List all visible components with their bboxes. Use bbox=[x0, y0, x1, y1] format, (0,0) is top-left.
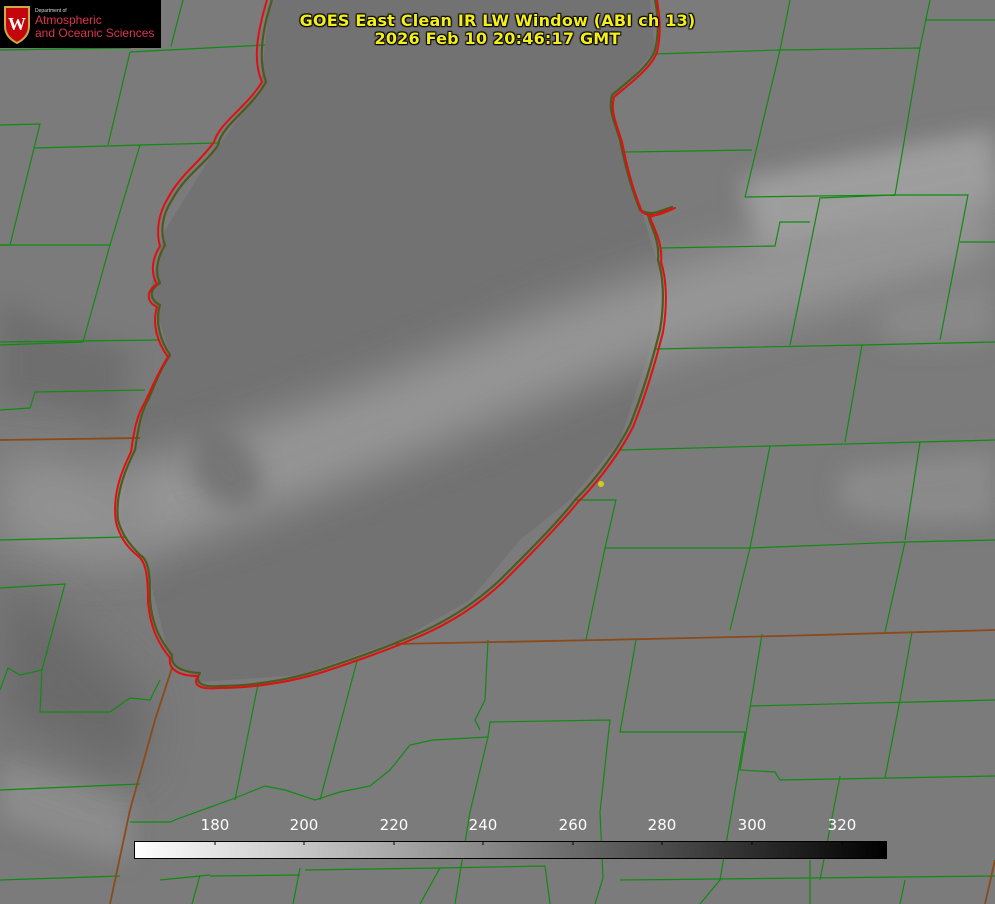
colorbar-tick-label: 240 bbox=[469, 816, 498, 834]
colorbar-tick-label: 320 bbox=[828, 816, 857, 834]
location-marker bbox=[598, 481, 604, 487]
colorbar-tick-label: 260 bbox=[559, 816, 588, 834]
uw-crest-icon: W bbox=[4, 6, 30, 44]
infrared-map: 180 200 220 240 260 280 300 320 bbox=[0, 0, 995, 904]
colorbar-tick-label: 220 bbox=[380, 816, 409, 834]
colorbar-tick-label: 200 bbox=[290, 816, 319, 834]
svg-text:W: W bbox=[8, 14, 26, 34]
colorbar-tick-label: 300 bbox=[738, 816, 767, 834]
colorbar-tick-label: 280 bbox=[648, 816, 677, 834]
satellite-image-view: 180 200 220 240 260 280 300 320 GOES Eas… bbox=[0, 0, 995, 904]
colorbar-gradient bbox=[134, 841, 887, 859]
colorbar-tick-label: 180 bbox=[201, 816, 230, 834]
logo-line-2: and Oceanic Sciences bbox=[35, 25, 155, 40]
aos-logo: W Department of Atmospheric and Oceanic … bbox=[0, 0, 161, 48]
logo-line-1: Atmospheric bbox=[35, 13, 102, 28]
